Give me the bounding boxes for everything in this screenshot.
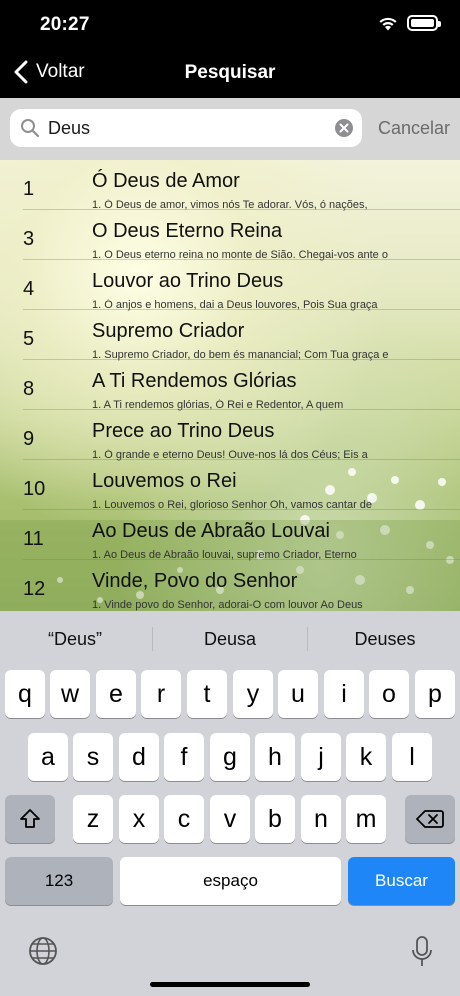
hymn-number: 8 <box>23 378 35 400</box>
key-l[interactable]: l <box>392 733 432 781</box>
search-icon <box>21 119 40 138</box>
key-s[interactable]: s <box>73 733 113 781</box>
list-item[interactable]: 4 Louvor ao Trino Deus 1. Ó anjos e home… <box>0 260 460 311</box>
list-item[interactable]: 9 Prece ao Trino Deus 1. Ó grande e eter… <box>0 410 460 461</box>
keyboard: “Deus” Deusa Deuses q w e r t y u i o p … <box>0 611 460 996</box>
hymn-title: Prece ao Trino Deus <box>92 420 275 442</box>
key-f[interactable]: f <box>164 733 204 781</box>
suggestion-item[interactable]: Deuses <box>310 629 460 650</box>
space-key[interactable]: espaço <box>120 857 341 905</box>
hymn-title: Supremo Criador <box>92 320 245 342</box>
key-q[interactable]: q <box>5 670 45 718</box>
key-m[interactable]: m <box>346 795 386 843</box>
hymn-title: Louvemos o Rei <box>92 470 237 492</box>
key-t[interactable]: t <box>187 670 227 718</box>
key-w[interactable]: w <box>50 670 90 718</box>
key-x[interactable]: x <box>119 795 159 843</box>
search-key[interactable]: Buscar <box>348 857 455 905</box>
suggestion-bar: “Deus” Deusa Deuses <box>0 611 460 666</box>
cancel-button[interactable]: Cancelar <box>378 118 450 139</box>
results-list: 1 Ó Deus de Amor 1. Ó Deus de amor, vimo… <box>0 160 460 611</box>
search-input-value: Deus <box>48 117 91 138</box>
status-time: 20:27 <box>40 14 90 35</box>
globe-icon[interactable] <box>28 936 58 966</box>
list-item[interactable]: 10 Louvemos o Rei 1. Louvemos o Rei, glo… <box>0 460 460 511</box>
key-o[interactable]: o <box>369 670 409 718</box>
list-item[interactable]: 8 A Ti Rendemos Glórias 1. A Ti rendemos… <box>0 360 460 411</box>
hymn-number: 3 <box>23 228 35 250</box>
list-item[interactable]: 5 Supremo Criador 1. Supremo Criador, do… <box>0 310 460 361</box>
hymn-title: Louvor ao Trino Deus <box>92 270 284 292</box>
key-d[interactable]: d <box>119 733 159 781</box>
list-item[interactable]: 1 Ó Deus de Amor 1. Ó Deus de amor, vimo… <box>0 160 460 211</box>
key-z[interactable]: z <box>73 795 113 843</box>
hymn-number: 4 <box>23 278 35 300</box>
numbers-key[interactable]: 123 <box>5 857 113 905</box>
top-bar: 20:27 Voltar Pesquisar <box>0 0 460 98</box>
hymn-number: 11 <box>23 528 44 550</box>
key-y[interactable]: y <box>233 670 273 718</box>
hymn-number: 10 <box>23 478 46 500</box>
key-p[interactable]: p <box>415 670 455 718</box>
key-e[interactable]: e <box>96 670 136 718</box>
suggestion-divider <box>307 627 308 651</box>
key-c[interactable]: c <box>164 795 204 843</box>
key-v[interactable]: v <box>210 795 250 843</box>
battery-icon <box>407 15 441 31</box>
status-icons <box>377 15 441 31</box>
hymn-number: 1 <box>23 178 35 200</box>
hymn-title: O Deus Eterno Reina <box>92 220 283 242</box>
key-b[interactable]: b <box>255 795 295 843</box>
shift-icon <box>20 809 40 828</box>
key-k[interactable]: k <box>346 733 386 781</box>
list-item[interactable]: 11 Ao Deus de Abraão Louvai 1. Ao Deus d… <box>0 510 460 561</box>
list-item[interactable]: 12 Vinde, Povo do Senhor 1. Vinde povo d… <box>0 560 460 611</box>
backspace-icon <box>416 810 444 828</box>
key-h[interactable]: h <box>255 733 295 781</box>
hymn-snippet: 1. Vinde povo do Senhor, adorai-O com lo… <box>92 599 363 611</box>
search-bar: Deus Cancelar <box>0 98 460 160</box>
key-r[interactable]: r <box>141 670 181 718</box>
key-j[interactable]: j <box>301 733 341 781</box>
hymn-title: A Ti Rendemos Glórias <box>92 370 297 392</box>
hymn-title: Vinde, Povo do Senhor <box>92 570 298 592</box>
suggestion-item[interactable]: “Deus” <box>0 629 150 650</box>
suggestion-divider <box>152 627 153 651</box>
page-title: Pesquisar <box>184 62 276 83</box>
hymn-number: 5 <box>23 328 35 350</box>
hymn-number: 9 <box>23 428 35 450</box>
key-n[interactable]: n <box>301 795 341 843</box>
key-i[interactable]: i <box>324 670 364 718</box>
home-indicator <box>150 982 310 987</box>
hymn-number: 12 <box>23 578 46 600</box>
hymn-title: Ó Deus de Amor <box>92 170 240 192</box>
search-input[interactable]: Deus <box>10 109 362 147</box>
suggestion-item[interactable]: Deusa <box>155 629 305 650</box>
clear-icon[interactable] <box>334 118 354 138</box>
hymn-title: Ao Deus de Abraão Louvai <box>92 520 330 542</box>
key-a[interactable]: a <box>28 733 68 781</box>
key-g[interactable]: g <box>210 733 250 781</box>
key-u[interactable]: u <box>278 670 318 718</box>
list-item[interactable]: 3 O Deus Eterno Reina 1. O Deus eterno r… <box>0 210 460 261</box>
shift-key[interactable] <box>5 795 55 843</box>
microphone-icon[interactable] <box>411 935 433 969</box>
delete-key[interactable] <box>405 795 455 843</box>
wifi-icon <box>379 17 397 31</box>
